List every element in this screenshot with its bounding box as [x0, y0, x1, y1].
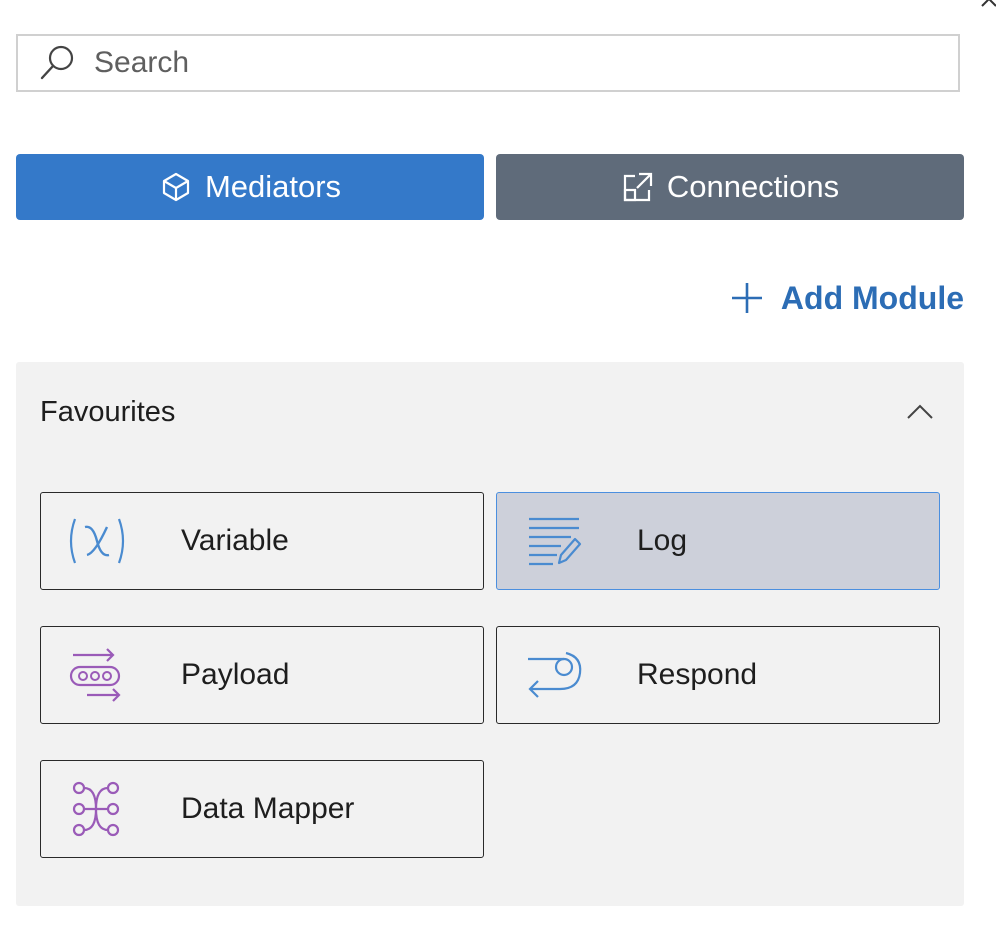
mediator-card-data-mapper[interactable]: Data Mapper [40, 760, 484, 858]
plus-icon [731, 283, 762, 313]
close-icon[interactable] [976, 0, 996, 16]
payload-icon [65, 643, 129, 707]
mediator-card-label: Data Mapper [181, 792, 355, 825]
mediator-card-label: Variable [181, 524, 289, 557]
tab-mediators-label: Mediators [204, 169, 342, 204]
mediator-card-payload[interactable]: Payload [40, 626, 484, 724]
tab-mediators[interactable]: Mediators [16, 154, 484, 220]
variable-icon [65, 509, 129, 573]
chevron-up-icon[interactable] [906, 402, 934, 422]
mediator-card-variable[interactable]: Variable [40, 492, 484, 590]
search-box[interactable] [16, 34, 960, 92]
respond-icon [521, 643, 585, 707]
tab-connections-label: Connections [666, 169, 840, 204]
mediator-card-label: Log [637, 524, 688, 557]
log-icon [521, 509, 585, 573]
cube-icon [159, 170, 193, 204]
mediator-palette: Mediators Connections Add Module Favouri… [0, 0, 996, 942]
mediator-card-log[interactable]: Log [496, 492, 940, 590]
mediator-card-label: Respond [637, 658, 758, 691]
data-mapper-icon [65, 777, 129, 841]
add-module-label: Add Module [780, 279, 964, 316]
external-link-icon [621, 170, 655, 204]
mediator-card-respond[interactable]: Respond [496, 626, 940, 724]
mediator-card-label: Payload [181, 658, 290, 691]
add-module-button[interactable]: Add Module [729, 276, 964, 320]
favourites-title: Favourites [40, 396, 176, 428]
search-icon [38, 43, 78, 83]
search-input[interactable] [92, 40, 916, 86]
favourites-panel: Favourites Variable Log Payload Respond … [16, 362, 964, 906]
tab-connections[interactable]: Connections [496, 154, 964, 220]
